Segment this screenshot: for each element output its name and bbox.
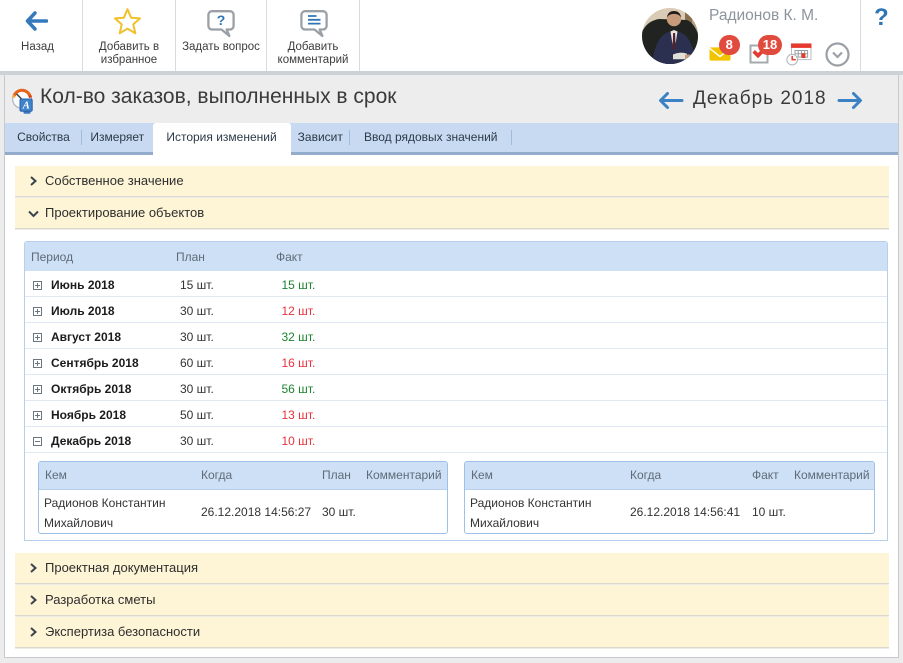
svg-text:?: ? <box>217 12 226 28</box>
svg-text:A: A <box>22 101 30 112</box>
